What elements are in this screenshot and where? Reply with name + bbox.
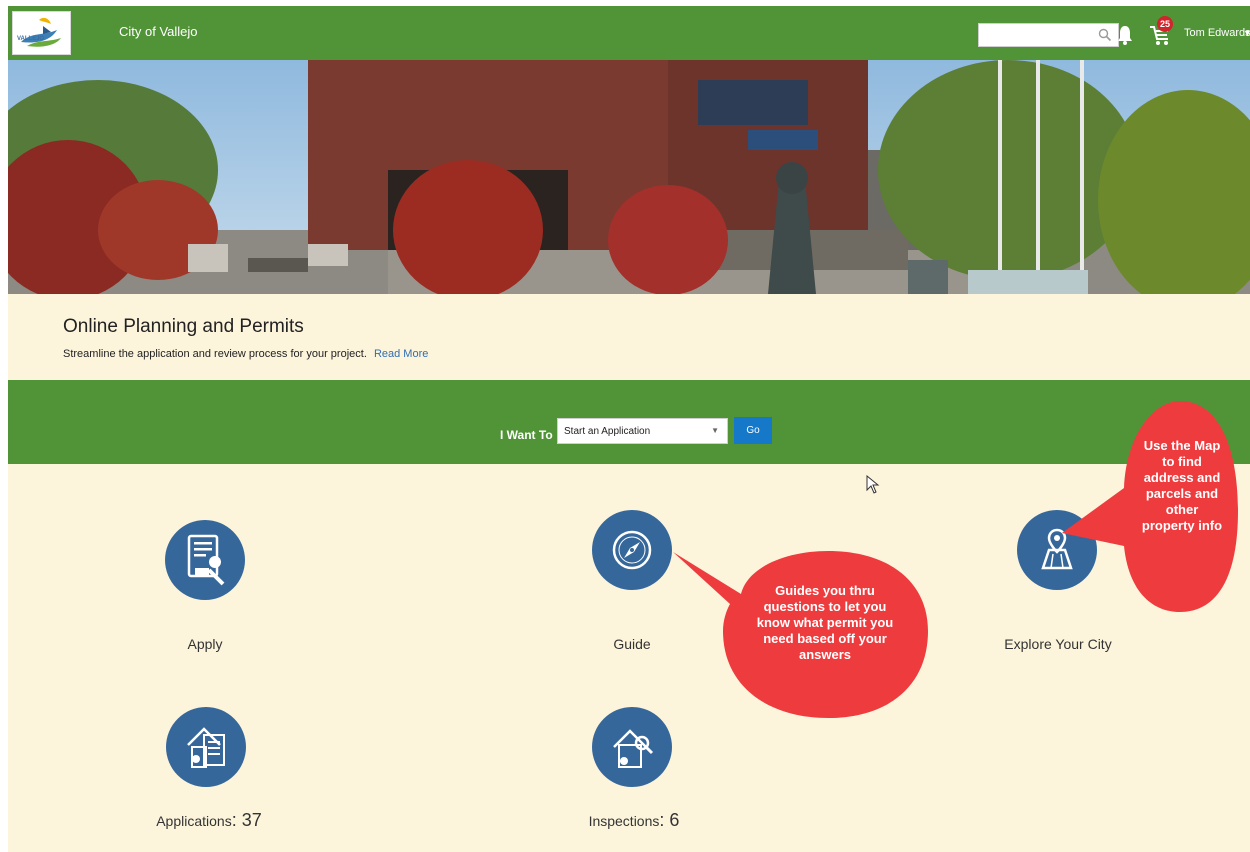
page: VALLEJO City of Vallejo 25 Tom Edwards ▼ — [8, 6, 1250, 852]
mouse-cursor-icon — [866, 475, 880, 494]
annotation-callouts — [673, 401, 1238, 718]
map-callout-text: Use the Map to find address and parcels … — [1141, 438, 1223, 533]
guide-callout-text: Guides you thru questions to let you kno… — [756, 583, 894, 662]
